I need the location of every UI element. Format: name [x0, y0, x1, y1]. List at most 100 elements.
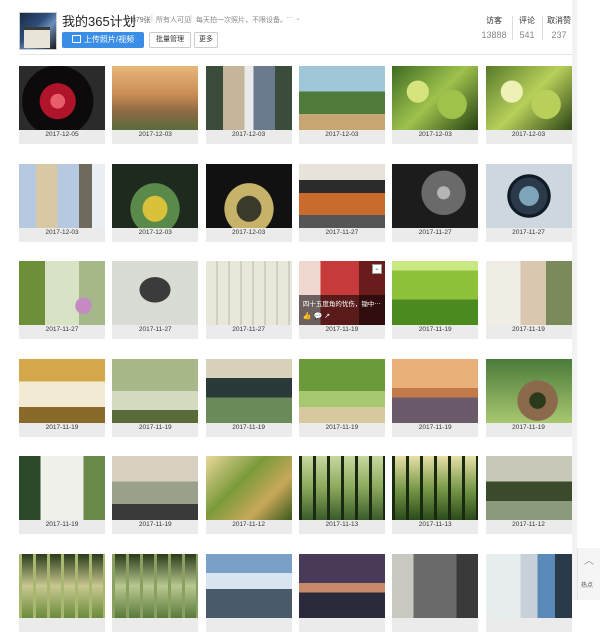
- stat-visitors: 访客 13888: [476, 15, 512, 40]
- photo-card[interactable]: [298, 553, 385, 632]
- photo-card[interactable]: 2017-11-27: [205, 261, 292, 339]
- photo-thumbnail[interactable]: [485, 358, 572, 423]
- upload-icon: [71, 35, 81, 43]
- photo-thumbnail[interactable]: [205, 261, 292, 325]
- photo-thumbnail[interactable]: [485, 456, 572, 520]
- photo-card[interactable]: 2017-11-13: [392, 456, 479, 534]
- photo-date: 2017-11-19: [325, 326, 359, 333]
- photo-thumbnail[interactable]: [205, 456, 292, 520]
- stat-comments[interactable]: 评论 541: [512, 15, 542, 40]
- photo-card[interactable]: 2017-11-27: [485, 163, 572, 242]
- photo-thumbnail[interactable]: [298, 66, 385, 130]
- photo-card[interactable]: 2017-11-19: [112, 358, 199, 437]
- photo-thumbnail[interactable]: [485, 163, 572, 228]
- photo-thumbnail[interactable]: [485, 261, 572, 325]
- photo-caption: 四十五度角的忧伤，锄中⋯: [302, 301, 381, 308]
- stat-unlike[interactable]: 取消赞 237: [543, 15, 575, 40]
- photo-date: 2017-11-27: [325, 228, 359, 236]
- expand-description-icon[interactable]: ⋯ ⌄: [286, 14, 301, 22]
- photo-card[interactable]: 2017-12-03: [205, 163, 292, 242]
- photo-thumbnail[interactable]: [205, 553, 292, 618]
- photo-thumbnail[interactable]: [298, 456, 385, 520]
- photo-thumbnail[interactable]: [205, 66, 292, 130]
- photo-card[interactable]: 2017-11-27: [19, 261, 105, 339]
- photo-card[interactable]: 2017-12-03: [392, 66, 479, 144]
- photo-card[interactable]: 2017-11-12: [485, 456, 572, 534]
- photo-card[interactable]: 四十五度角的忧伤，锄中⋯ 👍 💬 ↗ ⌄ 2017-11-19: [298, 261, 385, 339]
- photo-card[interactable]: [19, 553, 105, 632]
- photo-date: 2017-11-12: [232, 521, 265, 528]
- photo-thumbnail[interactable]: [112, 163, 199, 228]
- photo-card[interactable]: 2017-11-19: [19, 358, 105, 437]
- photo-thumbnail[interactable]: [112, 553, 199, 618]
- photo-thumbnail[interactable]: [112, 261, 199, 325]
- photo-card[interactable]: 2017-11-19: [485, 358, 572, 437]
- batch-manage-button[interactable]: 批量管理: [149, 32, 191, 48]
- photo-card[interactable]: 2017-12-03: [485, 66, 572, 144]
- visibility-label: 所有人可见: [156, 17, 191, 24]
- photo-date: 2017-11-19: [418, 423, 452, 431]
- photo-thumbnail[interactable]: [485, 553, 572, 618]
- photo-thumbnail[interactable]: [205, 163, 292, 228]
- photo-thumbnail[interactable]: 四十五度角的忧伤，锄中⋯ 👍 💬 ↗ ⌄: [298, 261, 385, 325]
- photo-card[interactable]: 2017-12-03: [112, 66, 199, 144]
- photo-card[interactable]: 2017-12-03: [298, 66, 385, 144]
- photo-card[interactable]: 2017-12-03: [205, 66, 292, 144]
- photo-thumbnail[interactable]: [112, 456, 199, 520]
- photo-thumbnail[interactable]: [298, 163, 385, 228]
- upload-button[interactable]: 上传照片/视频: [62, 32, 144, 48]
- photo-thumbnail[interactable]: [298, 358, 385, 423]
- photo-card[interactable]: 2017-11-12: [205, 456, 292, 534]
- photo-card[interactable]: [205, 553, 292, 632]
- photo-thumbnail[interactable]: [19, 261, 105, 325]
- photo-thumbnail[interactable]: [485, 66, 572, 130]
- photo-card[interactable]: 2017-11-19: [112, 456, 199, 534]
- photo-thumbnail[interactable]: [392, 358, 479, 423]
- photo-thumbnail[interactable]: [19, 66, 105, 130]
- photo-thumbnail[interactable]: [298, 553, 385, 618]
- photo-date: 2017-11-13: [325, 521, 359, 528]
- stat-value: 13888: [481, 30, 507, 40]
- photo-card[interactable]: 2017-11-19: [392, 261, 479, 339]
- photo-thumbnail[interactable]: [205, 358, 292, 423]
- photo-thumbnail[interactable]: [392, 163, 479, 228]
- stat-label: 评论: [519, 16, 535, 25]
- photo-date: 2017-11-19: [512, 326, 545, 333]
- photo-card[interactable]: 2017-12-05: [19, 66, 105, 144]
- stat-value: 237: [551, 30, 567, 40]
- photo-card[interactable]: [485, 553, 572, 632]
- photo-card[interactable]: [112, 553, 199, 632]
- photo-card[interactable]: 2017-11-19: [19, 456, 105, 534]
- photo-card[interactable]: 2017-11-19: [205, 358, 292, 437]
- photo-thumbnail[interactable]: [112, 66, 199, 130]
- photo-date: 2017-12-03: [138, 131, 172, 138]
- photo-card[interactable]: [392, 553, 479, 632]
- more-button[interactable]: 更多: [194, 32, 218, 48]
- photo-thumbnail[interactable]: [19, 163, 105, 228]
- album-cover-avatar[interactable]: [19, 12, 57, 50]
- photo-thumbnail[interactable]: [19, 456, 105, 520]
- photo-card[interactable]: 2017-11-19: [298, 358, 385, 437]
- photo-menu-icon[interactable]: ⌄: [371, 264, 382, 274]
- chevron-up-icon[interactable]: ︿: [584, 552, 594, 567]
- like-comment-share-icon[interactable]: 👍 💬 ↗: [303, 312, 330, 320]
- photo-thumbnail[interactable]: [392, 66, 479, 130]
- photo-thumbnail[interactable]: [19, 358, 105, 423]
- photo-date: 2017-11-19: [418, 326, 452, 333]
- hot-topics-link[interactable]: 热点: [581, 580, 593, 589]
- photo-thumbnail[interactable]: [392, 261, 479, 325]
- photo-card[interactable]: 2017-11-27: [392, 163, 479, 242]
- photo-card[interactable]: 2017-11-19: [392, 358, 479, 437]
- photo-date: 2017-11-27: [418, 228, 452, 236]
- photo-card[interactable]: 2017-11-27: [298, 163, 385, 242]
- photo-card[interactable]: 2017-11-13: [298, 456, 385, 534]
- scrollbar[interactable]: [572, 0, 577, 600]
- photo-thumbnail[interactable]: [112, 358, 199, 423]
- photo-card[interactable]: 2017-11-19: [485, 261, 572, 339]
- photo-thumbnail[interactable]: [392, 456, 479, 520]
- photo-card[interactable]: 2017-12-03: [112, 163, 199, 242]
- photo-thumbnail[interactable]: [392, 553, 479, 618]
- photo-card[interactable]: 2017-11-27: [112, 261, 199, 339]
- photo-card[interactable]: 2017-12-03: [19, 163, 105, 242]
- photo-thumbnail[interactable]: [19, 553, 105, 618]
